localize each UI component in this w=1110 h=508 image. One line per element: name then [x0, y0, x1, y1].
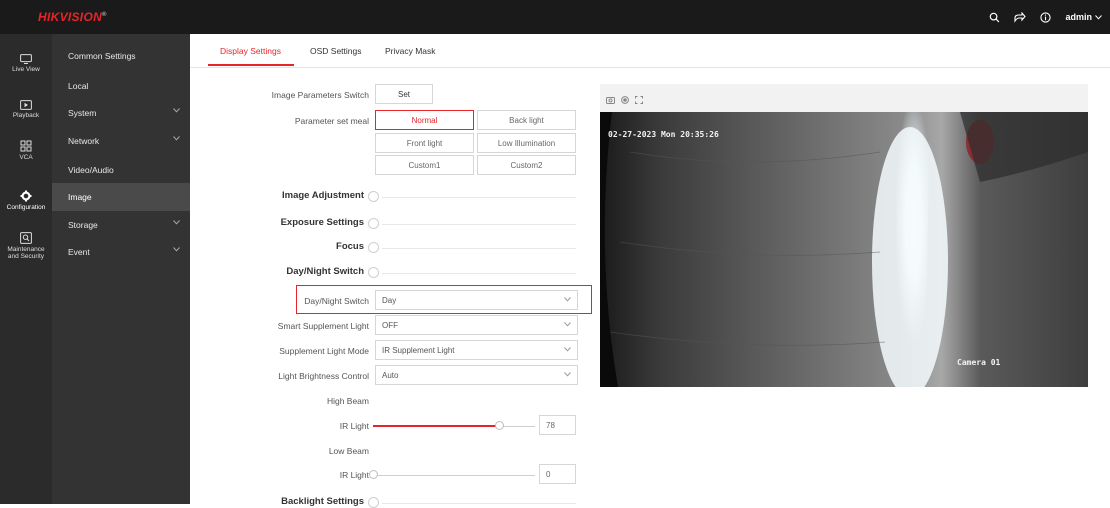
info-icon[interactable]	[1040, 11, 1052, 23]
subnav-item-event[interactable]: Event	[52, 238, 190, 266]
section-image-adjustment[interactable]: Image Adjustment	[282, 190, 364, 201]
section-exposure-settings[interactable]: Exposure Settings	[281, 217, 364, 228]
high-beam-ir-value-input[interactable]: 78	[539, 415, 576, 435]
low-beam-slider-track[interactable]	[373, 475, 535, 476]
smart-supplement-light-select[interactable]: OFF	[375, 315, 578, 335]
rail-item-live-view[interactable]: Live View	[0, 54, 52, 94]
day-night-switch-label: Day/Night Switch	[304, 296, 369, 306]
set-button[interactable]: Set	[375, 84, 433, 104]
tab-privacy-mask[interactable]: Privacy Mask	[385, 46, 436, 56]
config-sub-nav: Common Settings Local System Network Vid…	[52, 34, 190, 504]
monitor-icon	[20, 54, 32, 64]
expand-toggle-icon[interactable]	[368, 218, 379, 229]
subnav-item-common-settings[interactable]: Common Settings	[52, 42, 190, 70]
light-brightness-control-label: Light Brightness Control	[278, 371, 369, 381]
expand-toggle-icon[interactable]	[368, 191, 379, 202]
active-tab-indicator	[208, 64, 294, 66]
section-divider	[382, 224, 576, 225]
subnav-item-network[interactable]: Network	[52, 127, 190, 155]
chevron-down-icon	[1095, 14, 1102, 20]
main-nav-rail: Live View Playback VCA Configuration Mai…	[0, 34, 52, 504]
tab-osd-settings[interactable]: OSD Settings	[310, 46, 362, 56]
meal-custom2-button[interactable]: Custom2	[477, 155, 576, 175]
smart-supplement-light-label: Smart Supplement Light	[277, 321, 369, 331]
record-icon[interactable]	[621, 96, 629, 104]
section-backlight-settings[interactable]: Backlight Settings	[281, 496, 364, 507]
user-menu[interactable]: admin	[1065, 12, 1102, 22]
fullscreen-icon[interactable]	[635, 96, 643, 104]
low-beam-ir-value-input[interactable]: 0	[539, 464, 576, 484]
section-focus[interactable]: Focus	[336, 241, 364, 252]
chevron-down-icon	[564, 297, 571, 302]
subnav-item-video-audio[interactable]: Video/Audio	[52, 156, 190, 184]
camera-name-overlay: Camera 01	[957, 358, 1001, 367]
maintenance-icon	[20, 232, 32, 244]
image-params-switch-label: Image Parameters Switch	[271, 90, 369, 100]
section-divider	[382, 273, 576, 274]
expand-toggle-icon[interactable]	[368, 497, 379, 508]
user-name: admin	[1065, 12, 1092, 22]
tab-display-settings[interactable]: Display Settings	[220, 46, 281, 56]
collapse-toggle-icon[interactable]	[368, 267, 379, 278]
chevron-down-icon	[564, 322, 571, 327]
chevron-down-icon	[173, 108, 180, 113]
section-divider	[382, 197, 576, 198]
meal-back-light-button[interactable]: Back light	[477, 110, 576, 130]
low-beam-slider-handle[interactable]	[369, 470, 378, 479]
section-divider	[382, 248, 576, 249]
video-timestamp-overlay: 02-27-2023 Mon 20:35:26	[608, 130, 719, 139]
live-video-preview[interactable]: 02-27-2023 Mon 20:35:26 Camera 01	[600, 112, 1088, 387]
gear-icon	[20, 190, 32, 202]
high-beam-label: High Beam	[326, 396, 369, 406]
camera-capture-icon[interactable]	[606, 96, 615, 104]
parameter-set-meal-label: Parameter set meal	[294, 116, 369, 126]
meal-custom1-button[interactable]: Custom1	[375, 155, 474, 175]
subnav-item-image[interactable]: Image	[52, 183, 190, 211]
subnav-item-storage[interactable]: Storage	[52, 211, 190, 239]
supplement-light-mode-select[interactable]: IR Supplement Light	[375, 340, 578, 360]
playback-icon	[20, 100, 32, 110]
light-brightness-control-select[interactable]: Auto	[375, 365, 578, 385]
section-day-night-switch[interactable]: Day/Night Switch	[286, 266, 364, 277]
subnav-item-local[interactable]: Local	[52, 72, 190, 100]
high-beam-slider-handle[interactable]	[495, 421, 505, 430]
rail-item-maintenance-security[interactable]: Maintenance and Security	[0, 232, 52, 272]
meal-normal-button[interactable]: Normal	[375, 110, 474, 130]
settings-tabs: Display Settings OSD Settings Privacy Ma…	[190, 34, 1110, 68]
meal-low-illumination-button[interactable]: Low Illumination	[477, 133, 576, 153]
low-beam-label: Low Beam	[328, 446, 369, 456]
rail-item-configuration[interactable]: Configuration	[0, 190, 52, 230]
chevron-down-icon	[173, 136, 180, 141]
rail-item-vca[interactable]: VCA	[0, 140, 52, 180]
share-icon[interactable]	[1014, 11, 1027, 23]
chevron-down-icon	[564, 372, 571, 377]
vca-icon	[20, 140, 32, 152]
day-night-switch-select[interactable]: Day	[375, 290, 578, 310]
expand-toggle-icon[interactable]	[368, 242, 379, 253]
rail-item-playback[interactable]: Playback	[0, 100, 52, 140]
high-beam-ir-light-label: IR Light	[339, 421, 369, 431]
low-beam-ir-light-label: IR Light	[339, 470, 369, 480]
chevron-down-icon	[564, 347, 571, 352]
search-icon[interactable]	[989, 12, 1000, 23]
preview-toolbar	[600, 84, 1088, 112]
top-bar: HIKVISION® admin	[0, 0, 1110, 34]
brand-logo: HIKVISION®	[38, 10, 107, 24]
chevron-down-icon	[173, 247, 180, 252]
high-beam-slider-fill	[373, 425, 500, 427]
meal-front-light-button[interactable]: Front light	[375, 133, 474, 153]
supplement-light-mode-label: Supplement Light Mode	[279, 346, 369, 356]
chevron-down-icon	[173, 220, 180, 225]
subnav-item-system[interactable]: System	[52, 99, 190, 127]
camera-feed-image	[600, 112, 1088, 387]
